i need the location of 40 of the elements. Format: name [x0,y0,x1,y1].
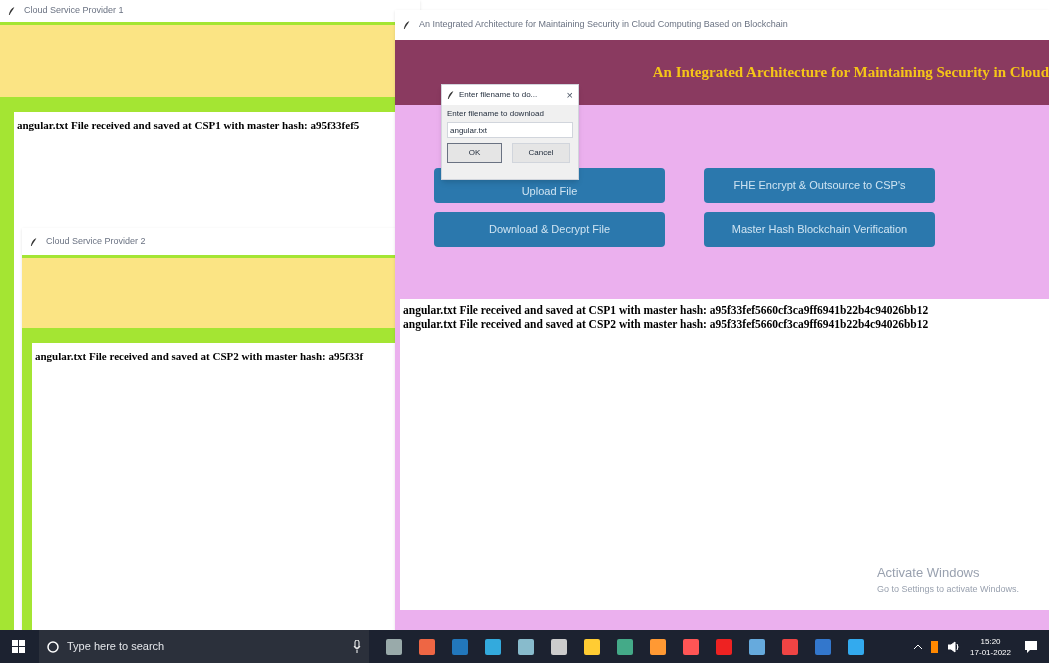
feather-icon [447,90,455,100]
window-title: Cloud Service Provider 1 [24,4,124,18]
search-icon [47,640,59,653]
filename-field[interactable]: angular.txt [447,122,573,138]
feather-icon [403,20,411,30]
notification-icon[interactable] [1025,640,1037,653]
microphone-icon[interactable] [353,640,361,653]
activation-heading: Activate Windows [876,564,981,582]
close-button[interactable]: × [566,89,573,101]
log-line: angular.txt File received and saved at CSP1 with master hash: a95f33fef5660cf3ca9ff6941b22b4c94026bb12 [403,303,930,317]
search-field[interactable]: Type here to search [39,630,369,663]
chevron-up-icon[interactable] [913,642,924,651]
clock-date: 17-01-2022 [970,646,1011,658]
dialog-label: Enter filename to download [447,108,545,120]
app-icon[interactable] [782,638,798,655]
app-icon[interactable] [650,638,666,655]
action-button[interactable]: Master Hash Blockchain Verification [704,212,935,247]
clock-time: 15:20 [980,635,1001,647]
log-line: angular.txt File received and saved at CSP2 with master hash: a95f33fef5660cf3ca9ff6941b22b4c94026bb12 [403,317,930,331]
dialog-button[interactable]: OK [447,143,502,163]
windows-logo-icon[interactable] [12,640,25,653]
app-icon[interactable] [848,638,864,655]
app-icon[interactable] [683,638,699,655]
log-line: angular.txt File received and saved at CSP2 with master hash: a95f33f [35,349,365,364]
log-line: angular.txt File received and saved at CSP1 with master hash: a95f33fef5 [17,118,361,133]
feather-icon [30,236,38,247]
action-button[interactable]: FHE Encrypt & Outsource to CSP's [704,168,935,203]
battery-icon[interactable] [931,640,939,653]
app-icon[interactable] [518,638,534,655]
app-heading: An Integrated Architecture for Maintaining Security in Cloud [652,63,1049,83]
activation-text: Go to Settings to activate Windows. [876,582,1019,596]
feather-icon [8,6,16,16]
volume-icon[interactable] [948,640,961,653]
window-title: An Integrated Architecture for Maintaining Security in Cloud Computing Based on Blockchain [419,18,788,32]
dialog-title: Enter filename to do... [459,89,539,101]
window-title: Cloud Service Provider 2 [46,234,146,248]
action-button[interactable]: Download & Decrypt File [434,212,665,247]
app-icon[interactable] [749,638,765,655]
app-icon[interactable] [419,638,435,655]
dialog-button[interactable]: Cancel [512,143,570,163]
